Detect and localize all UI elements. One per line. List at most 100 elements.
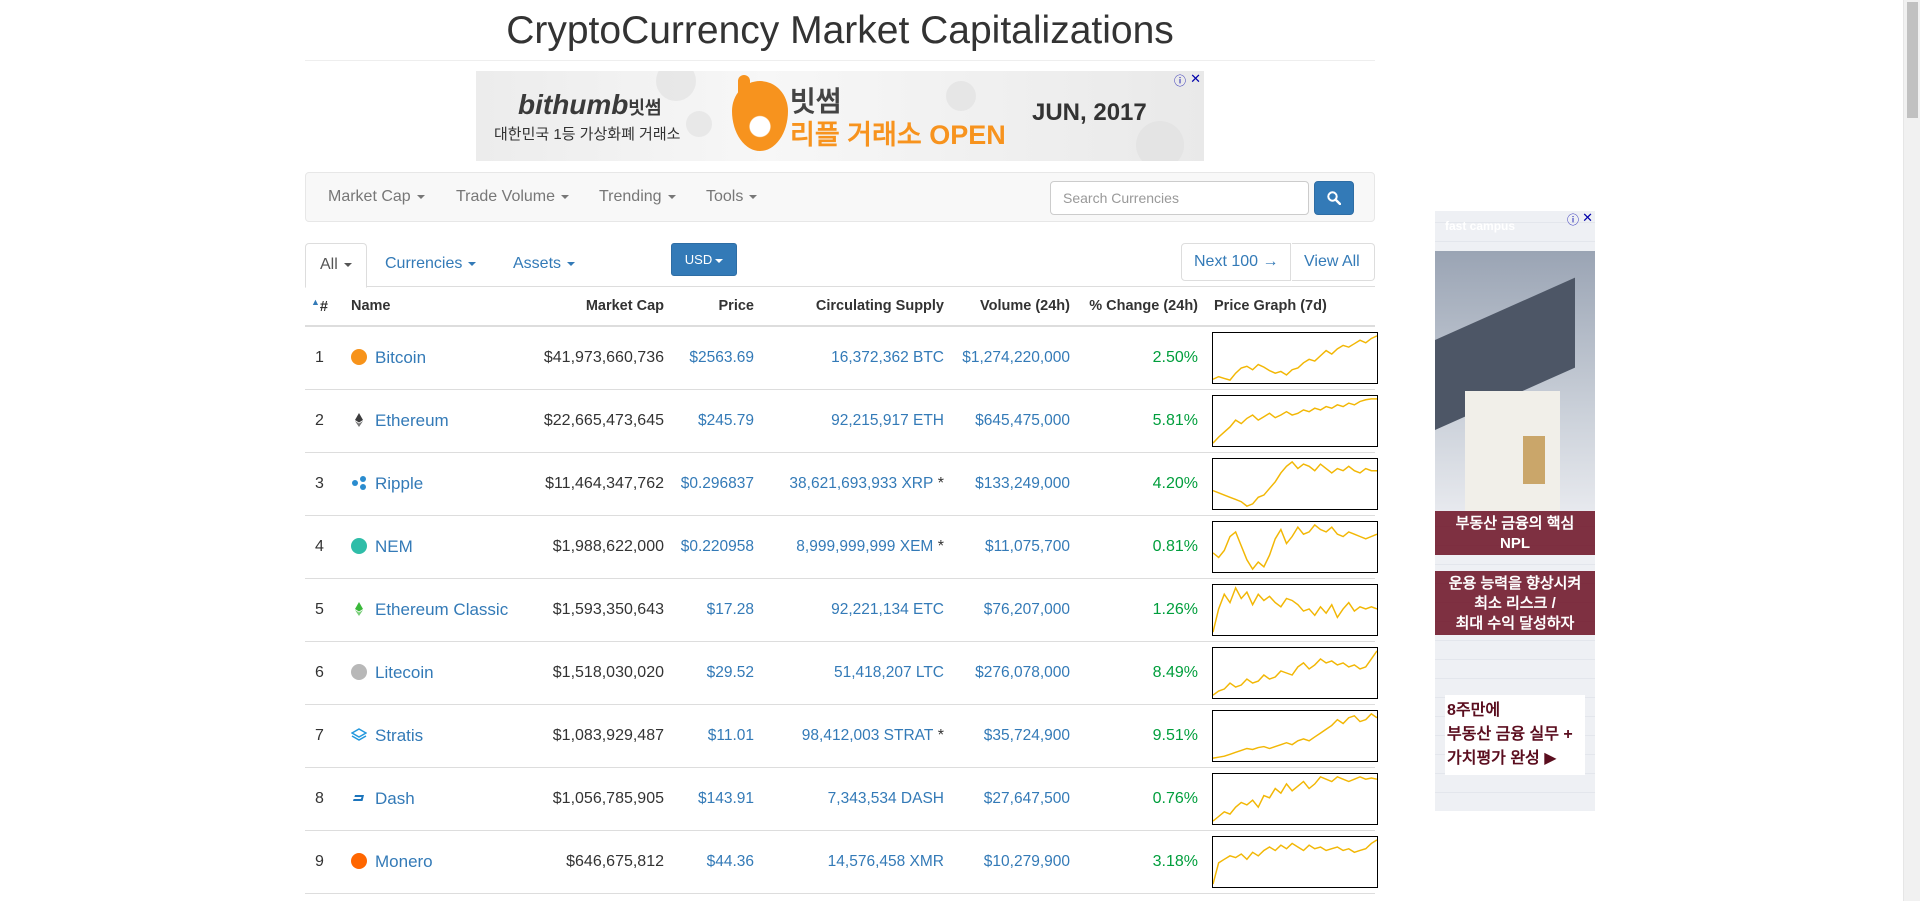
- name-cell: Ripple: [345, 452, 527, 516]
- supply-link[interactable]: 16,372,362 BTC: [831, 349, 944, 366]
- supply-cell: 51,418,207 LTC: [760, 641, 950, 705]
- coin-name-link[interactable]: Dash: [375, 789, 415, 808]
- price-sparkline: [1212, 646, 1378, 699]
- search-input[interactable]: [1050, 181, 1309, 215]
- volume-cell: $76,207,000: [950, 578, 1076, 642]
- graph-cell: [1204, 452, 1378, 516]
- price-link[interactable]: $44.36: [707, 853, 754, 870]
- table-row: 8 Dash $1,056,785,905 $143.91 7,343,534 DASH…: [305, 767, 1378, 831]
- caret-down-icon: [468, 261, 477, 266]
- supply-link[interactable]: 38,621,693,933 XRP: [789, 475, 933, 492]
- supply-link[interactable]: 98,412,003 STRAT: [802, 727, 934, 744]
- market-cap-cell: $1,083,929,487: [527, 704, 670, 768]
- supply-link[interactable]: 8,999,999,999 XEM: [796, 538, 933, 555]
- header-circulating-supply[interactable]: Circulating Supply: [760, 287, 950, 327]
- table-body: 1 Bitcoin $41,973,660,736 $2563.69 16,372,36…: [305, 326, 1378, 894]
- volume-link[interactable]: $76,207,000: [984, 601, 1070, 618]
- market-cap-cell: $41,973,660,736: [527, 326, 670, 390]
- page-title: CryptoCurrency Market Capitalizations: [305, 0, 1375, 61]
- change-cell: 2.50%: [1076, 326, 1204, 390]
- nav-market-cap[interactable]: Market Cap: [328, 188, 425, 206]
- tab-assets[interactable]: Assets: [499, 243, 589, 287]
- ad-info-icon[interactable]: ⓘ: [1567, 211, 1579, 228]
- coin-name-link[interactable]: Litecoin: [375, 663, 434, 682]
- ad-close-icon[interactable]: ✕: [1190, 71, 1201, 87]
- search-button[interactable]: [1314, 181, 1354, 215]
- price-graph-link[interactable]: [1212, 772, 1378, 825]
- price-link[interactable]: $0.220958: [681, 538, 754, 555]
- coin-name-link[interactable]: NEM: [375, 537, 413, 556]
- ethereum-icon: [351, 412, 367, 428]
- name-cell: Monero: [345, 830, 527, 894]
- coin-name-link[interactable]: Stratis: [375, 726, 423, 745]
- supply-link[interactable]: 92,215,917 ETH: [831, 412, 944, 429]
- currency-select-button[interactable]: USD: [671, 243, 737, 276]
- top-banner-ad[interactable]: bithumb빗썸 대한민국 1등 가상화폐 거래소 빗썸 리플 거래소 OPE…: [476, 71, 1204, 161]
- tab-all[interactable]: All: [305, 243, 367, 288]
- ad-info-icon[interactable]: ⓘ: [1174, 72, 1186, 89]
- header-volume[interactable]: Volume (24h): [950, 287, 1076, 327]
- caret-down-icon: [343, 262, 352, 267]
- supply-link[interactable]: 51,418,207 LTC: [834, 664, 944, 681]
- price-link[interactable]: $2563.69: [689, 349, 754, 366]
- tab-currencies[interactable]: Currencies: [371, 243, 490, 287]
- header-price[interactable]: Price: [670, 287, 760, 327]
- volume-link[interactable]: $27,647,500: [984, 790, 1070, 807]
- price-graph-link[interactable]: [1212, 394, 1378, 447]
- supply-link[interactable]: 7,343,534 DASH: [828, 790, 944, 807]
- coin-name-link[interactable]: Ethereum: [375, 411, 449, 430]
- volume-link[interactable]: $35,724,900: [984, 727, 1070, 744]
- nav-trade-volume[interactable]: Trade Volume: [456, 188, 570, 206]
- caret-down-icon: [567, 261, 576, 266]
- header-name[interactable]: Name: [345, 287, 527, 327]
- price-link[interactable]: $245.79: [698, 412, 754, 429]
- ad-headline: 부동산 금융의 핵심 NPL: [1435, 511, 1595, 555]
- volume-link[interactable]: $276,078,000: [975, 664, 1070, 681]
- next-100-button[interactable]: Next 100 →: [1181, 243, 1292, 281]
- ad-close-icon[interactable]: ✕: [1582, 211, 1593, 226]
- price-link[interactable]: $0.296837: [681, 475, 754, 492]
- graph-cell: [1204, 830, 1378, 894]
- header-change[interactable]: % Change (24h): [1076, 287, 1204, 327]
- price-graph-link[interactable]: [1212, 457, 1378, 510]
- ad-subheadline: 리플 거래소 OPEN: [790, 120, 1006, 150]
- price-link[interactable]: $11.01: [708, 727, 754, 744]
- graph-cell: [1204, 767, 1378, 831]
- price-graph-link[interactable]: [1212, 583, 1378, 636]
- supply-cell: 16,372,362 BTC: [760, 326, 950, 390]
- nav-trending[interactable]: Trending: [599, 188, 676, 206]
- price-sparkline: [1212, 772, 1378, 825]
- change-cell: 9.51%: [1076, 704, 1204, 768]
- price-link[interactable]: $143.91: [698, 790, 754, 807]
- coin-name-link[interactable]: Bitcoin: [375, 348, 426, 367]
- rank-cell: 3: [305, 452, 345, 516]
- nav-tools[interactable]: Tools: [706, 188, 758, 206]
- price-graph-link[interactable]: [1212, 646, 1378, 699]
- price-link[interactable]: $29.52: [707, 664, 754, 681]
- price-graph-link[interactable]: [1212, 709, 1378, 762]
- price-graph-link[interactable]: [1212, 520, 1378, 573]
- volume-link[interactable]: $133,249,000: [975, 475, 1070, 492]
- volume-link[interactable]: $11,075,700: [985, 538, 1070, 555]
- page-scrollbar[interactable]: [1903, 0, 1920, 901]
- volume-link[interactable]: $1,274,220,000: [962, 349, 1070, 366]
- view-all-button[interactable]: View All: [1292, 243, 1375, 281]
- supply-link[interactable]: 92,221,134 ETC: [831, 601, 944, 618]
- supply-link[interactable]: 14,576,458 XMR: [828, 853, 944, 870]
- price-graph-link[interactable]: [1212, 331, 1378, 384]
- caret-down-icon: [561, 194, 570, 199]
- header-market-cap[interactable]: Market Cap: [527, 287, 670, 327]
- side-ad[interactable]: fast campus 부동산 금융의 핵심 NPL 운용 능력을 향상시켜 최…: [1435, 211, 1595, 811]
- coin-name-link[interactable]: Ethereum Classic: [375, 600, 508, 619]
- ad-decoration: [656, 71, 696, 101]
- coin-name-link[interactable]: Ripple: [375, 474, 423, 493]
- price-graph-link[interactable]: [1212, 835, 1378, 888]
- scrollbar-thumb[interactable]: [1907, 2, 1918, 118]
- supply-cell: 98,412,003 STRAT *: [760, 704, 950, 768]
- coin-name-link[interactable]: Monero: [375, 852, 433, 871]
- volume-link[interactable]: $10,279,900: [984, 853, 1070, 870]
- price-link[interactable]: $17.28: [707, 601, 754, 618]
- market-cap-cell: $22,665,473,645: [527, 389, 670, 453]
- volume-link[interactable]: $645,475,000: [975, 412, 1070, 429]
- header-rank[interactable]: ▲#: [305, 287, 345, 327]
